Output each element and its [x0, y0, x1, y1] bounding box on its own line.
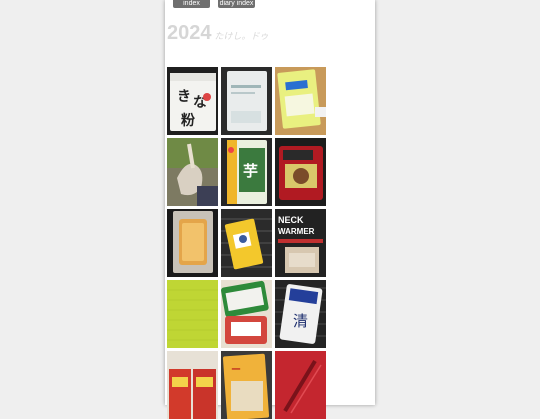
orange-snack-icon: ー — [221, 351, 272, 419]
index-link-button[interactable]: index — [173, 0, 210, 8]
svg-text:粉: 粉 — [181, 112, 195, 129]
svg-text:清: 清 — [293, 312, 308, 330]
svg-text:WARMER: WARMER — [278, 227, 315, 236]
photo-thumbnail[interactable] — [275, 351, 326, 419]
page-title: 2024 たけし。ドゥ — [167, 22, 269, 45]
svg-text:NECK: NECK — [278, 215, 304, 225]
green-package-icon: 芋 — [221, 138, 272, 206]
diary-index-link-button[interactable]: diary index — [218, 0, 255, 8]
yellow-package-icon — [275, 67, 326, 135]
photo-thumbnail[interactable] — [275, 138, 326, 206]
svg-text:ー: ー — [231, 365, 241, 376]
photo-thumbnail[interactable]: ー — [221, 351, 272, 419]
neck-warmer-package-icon: NECK WARMER — [275, 209, 326, 277]
year-heading: 2024 — [167, 22, 212, 44]
photo-thumbnail[interactable] — [167, 280, 218, 348]
red-object-icon — [275, 351, 326, 419]
yellow-bag-icon — [221, 209, 272, 277]
photo-thumbnail[interactable] — [167, 138, 218, 206]
photo-thumbnail[interactable]: 清 — [275, 280, 326, 348]
photo-thumbnail[interactable] — [221, 280, 272, 348]
photo-thumbnail[interactable] — [221, 67, 272, 135]
subtitle-text: たけし。ドゥ — [214, 32, 269, 42]
hand-plant-icon — [167, 138, 218, 206]
rice-bag-icon — [221, 280, 272, 348]
photo-grid: き な 粉 芋 NECK WARMER 清 ー — [167, 67, 329, 419]
svg-text:芋: 芋 — [243, 162, 258, 180]
kinako-package-icon: き な 粉 — [167, 67, 218, 135]
red-boxes-icon — [167, 351, 218, 419]
red-package-icon — [275, 138, 326, 206]
green-notebook-icon — [167, 280, 218, 348]
cake-tray-icon — [167, 209, 218, 277]
page-container: index diary index 2024 たけし。ドゥ き な 粉 芋 NE… — [165, 0, 375, 419]
photo-thumbnail[interactable] — [221, 209, 272, 277]
photo-thumbnail[interactable]: 芋 — [221, 138, 272, 206]
photo-thumbnail[interactable]: NECK WARMER — [275, 209, 326, 277]
photo-thumbnail[interactable]: き な 粉 — [167, 67, 218, 135]
photo-thumbnail[interactable] — [167, 209, 218, 277]
blue-label-bag-icon: 清 — [275, 280, 326, 348]
photo-thumbnail[interactable] — [275, 67, 326, 135]
white-package-icon — [221, 67, 272, 135]
svg-text:き: き — [177, 89, 191, 105]
photo-thumbnail[interactable] — [167, 351, 218, 419]
